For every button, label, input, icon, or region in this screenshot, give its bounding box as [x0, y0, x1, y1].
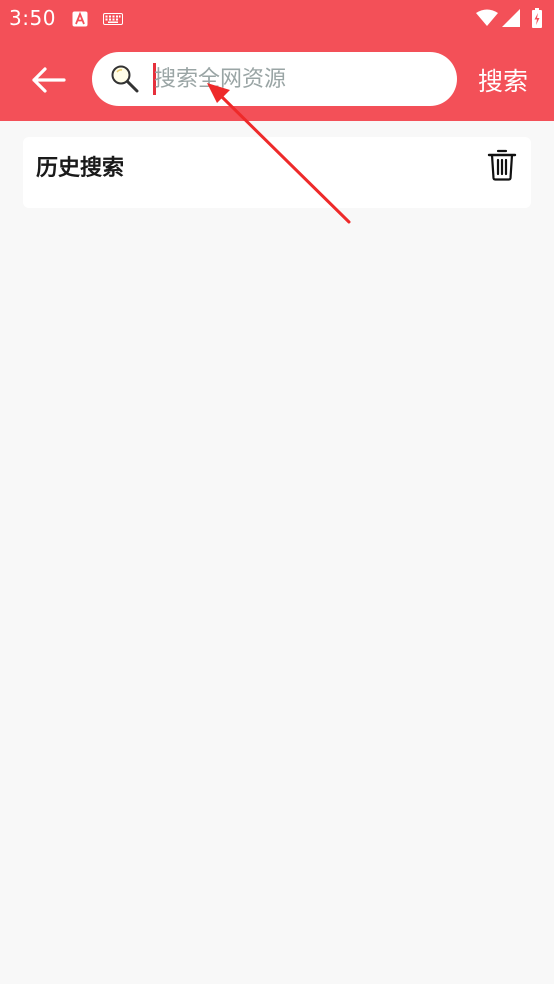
arrow-left-icon	[32, 67, 66, 93]
status-time: 3:50	[9, 6, 56, 30]
magnifier-icon	[111, 65, 139, 93]
cellular-signal-icon	[502, 9, 520, 27]
battery-charging-icon	[532, 8, 542, 28]
keyboard-icon	[103, 13, 123, 25]
clear-history-button[interactable]	[487, 149, 517, 181]
history-title: 历史搜索	[36, 156, 125, 181]
text-a-icon	[72, 11, 88, 27]
status-bar: 3:50	[0, 0, 554, 38]
search-button[interactable]: 搜索	[470, 62, 536, 98]
wifi-icon	[476, 9, 498, 26]
history-section: 历史搜索	[23, 137, 531, 208]
search-input[interactable]	[154, 60, 439, 98]
trash-icon	[487, 149, 517, 181]
search-box[interactable]	[92, 52, 457, 106]
search-app-bar: 搜索	[0, 38, 554, 121]
back-button[interactable]	[22, 58, 74, 102]
